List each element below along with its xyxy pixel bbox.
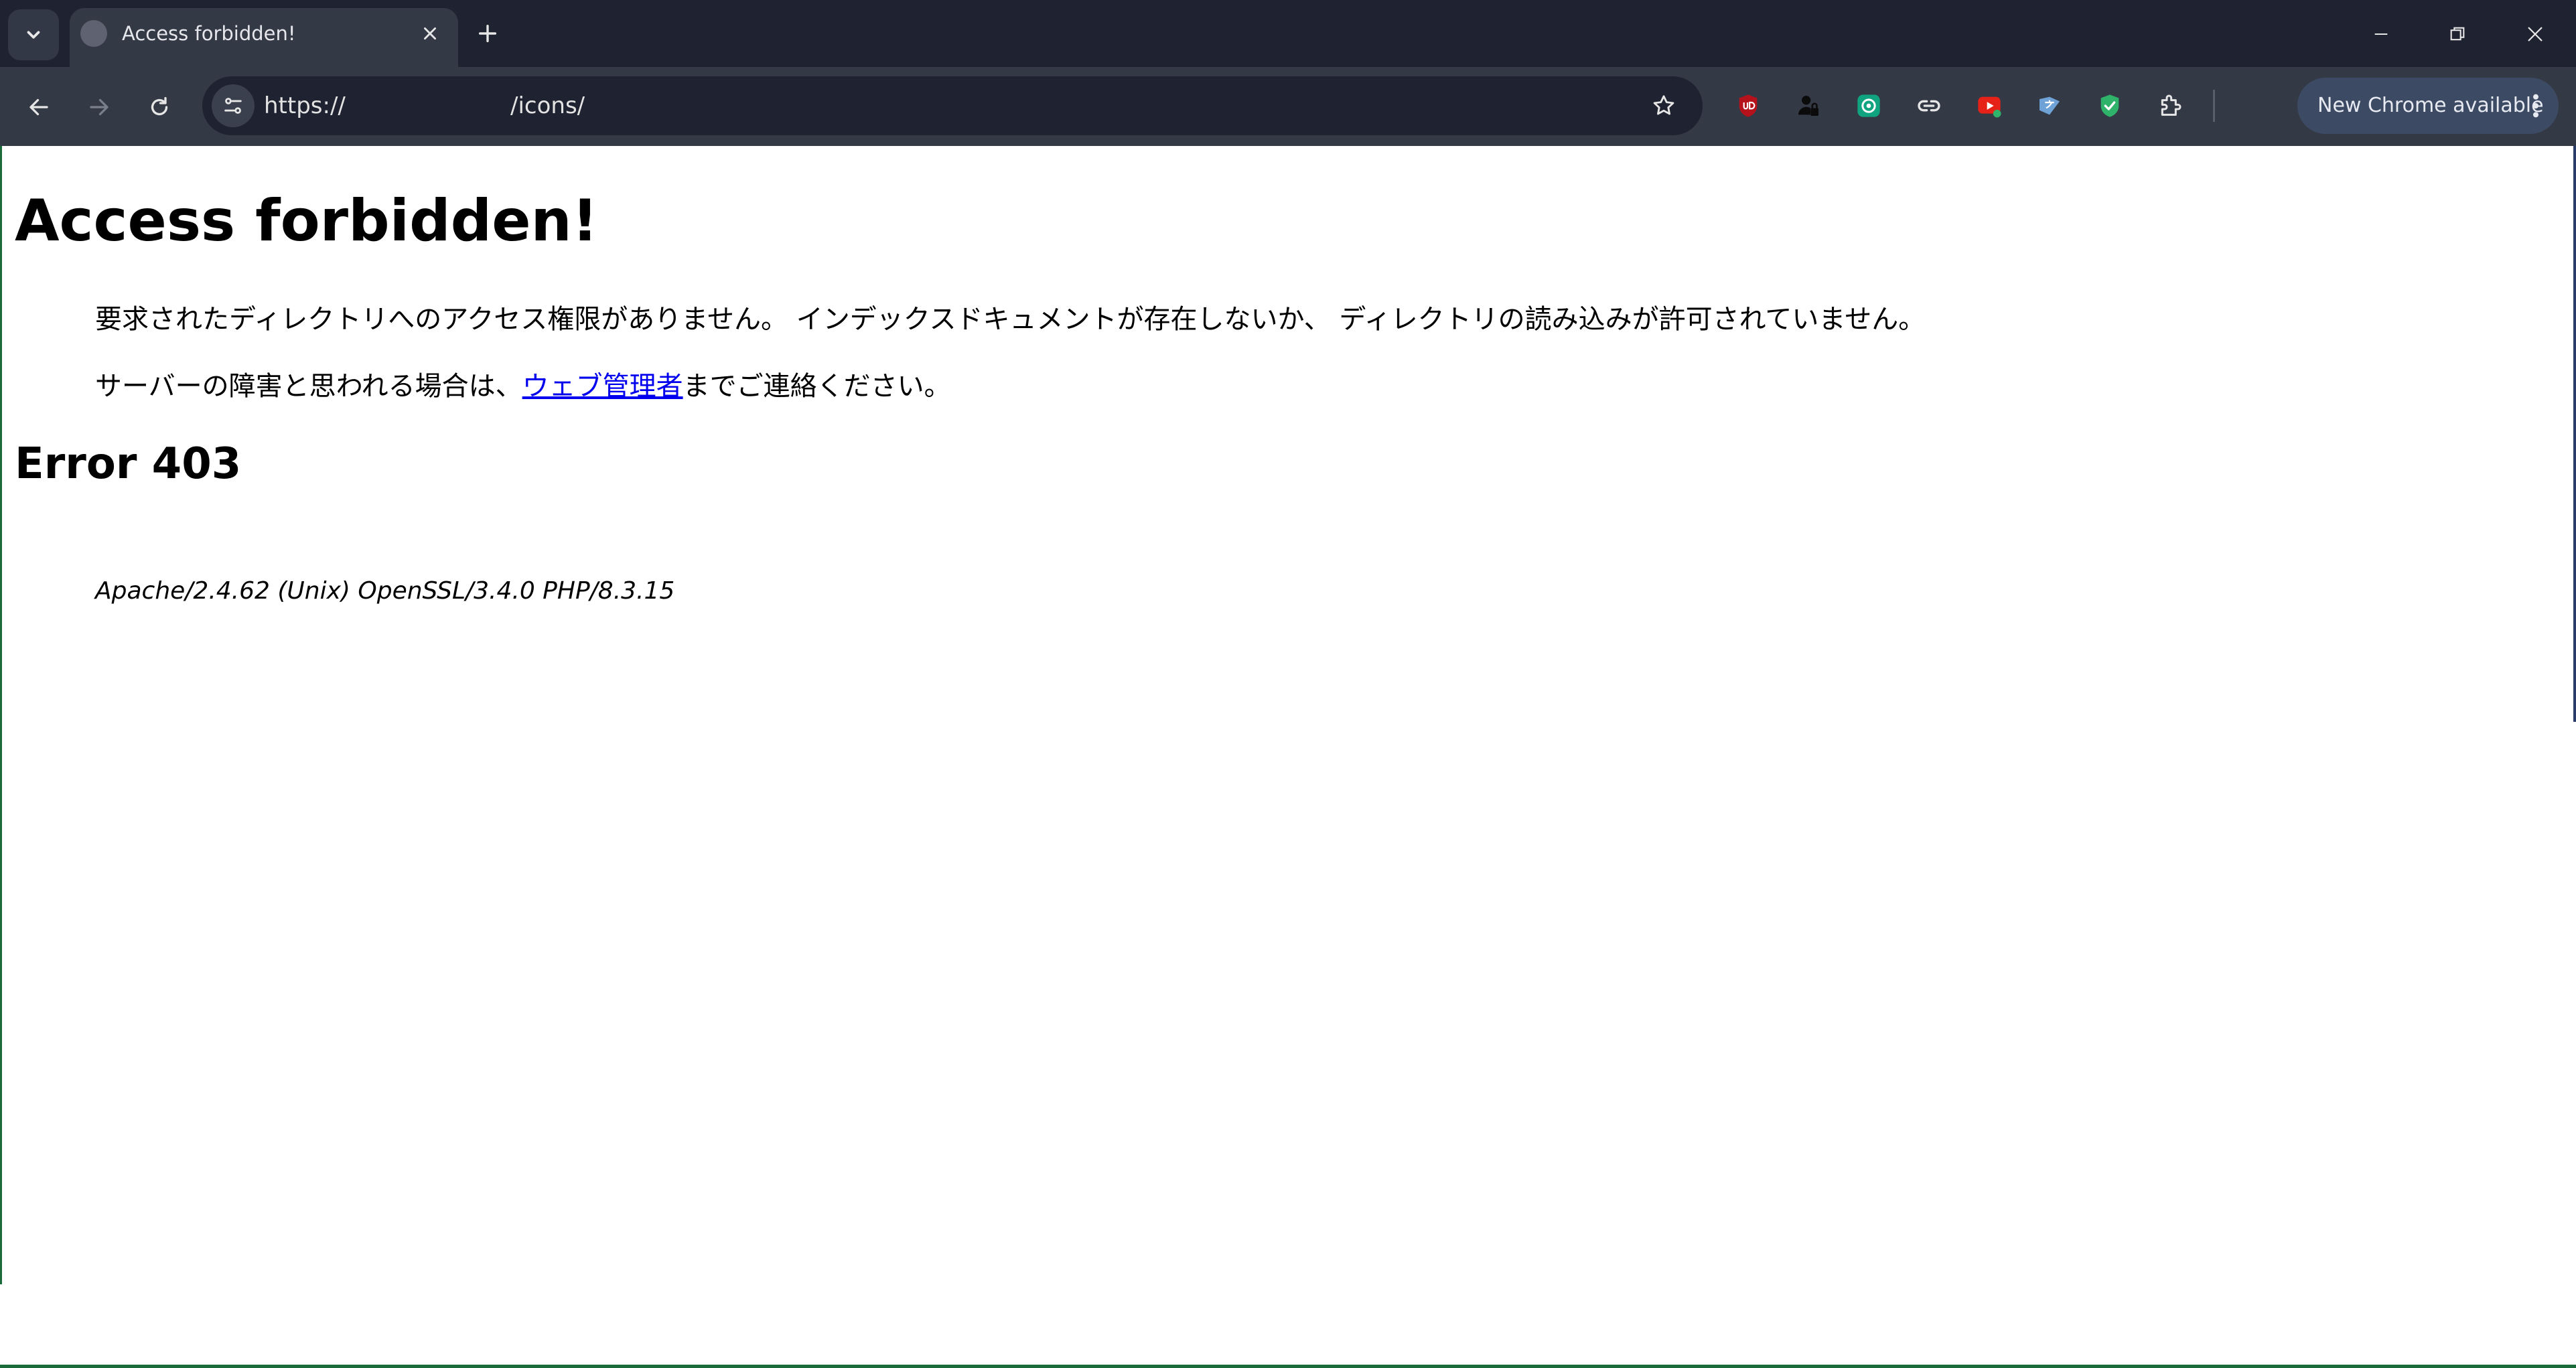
forward-arrow-icon: [90, 98, 109, 116]
minimize-button[interactable]: [2364, 17, 2398, 51]
lock-person-icon: [1798, 96, 1818, 116]
youtube-extension[interactable]: [1971, 87, 2008, 125]
reload-icon: [151, 96, 168, 116]
error-description: 要求されたディレクトリへのアクセス権限がありません。 インデックスドキュメントが…: [95, 304, 1926, 335]
minimize-icon: [2374, 33, 2388, 35]
contact-message-suffix: までご連絡ください。: [683, 371, 951, 402]
forward-button[interactable]: [79, 87, 119, 127]
star-icon: [1653, 95, 1674, 115]
error-code-heading: Error 403: [15, 439, 242, 489]
toolbar-divider: [2213, 90, 2215, 122]
close-icon: [424, 27, 436, 40]
translate-icon: [2040, 96, 2060, 115]
url-scheme: https://: [264, 92, 346, 119]
chatgpt-extension[interactable]: [1850, 87, 1887, 125]
address-bar[interactable]: [202, 76, 1703, 135]
contact-message: サーバーの障害と思われる場合は、ウェブ管理者までご連絡ください。: [95, 364, 951, 403]
webmaster-link[interactable]: ウェブ管理者: [522, 371, 683, 402]
tab-search-button[interactable]: [8, 9, 59, 60]
window-edge-right: [2573, 146, 2576, 722]
site-info-button[interactable]: [212, 84, 255, 127]
url-path: /icons/: [510, 92, 585, 119]
restore-button[interactable]: [2441, 17, 2474, 51]
youtube-icon: [1978, 96, 2001, 118]
close-icon: [2528, 27, 2543, 42]
more-vert-icon[interactable]: [2522, 88, 2549, 123]
password-manager-extension[interactable]: [1790, 87, 1827, 125]
new-tab-button[interactable]: [473, 19, 502, 48]
window-edge-bottom: [0, 1365, 2576, 1368]
shield-extension[interactable]: [2091, 87, 2129, 125]
puzzle-icon: [2161, 94, 2181, 116]
back-button[interactable]: [19, 87, 59, 127]
translate-extension[interactable]: [2031, 87, 2068, 125]
tab-close-button[interactable]: [417, 20, 443, 47]
link-extension[interactable]: [1910, 87, 1948, 125]
link-icon: [1918, 100, 1940, 112]
server-signature: Apache/2.4.62 (Unix) OpenSSL/3.4.0 PHP/8…: [95, 577, 675, 605]
page-title: Access forbidden!: [15, 187, 599, 254]
tune-icon: [224, 98, 242, 114]
chatgpt-icon: [1857, 94, 1880, 117]
ublock-origin-extension[interactable]: [1729, 87, 1767, 125]
reload-button[interactable]: [139, 87, 180, 127]
update-button-label: New Chrome available: [2317, 94, 2544, 117]
restore-icon: [2450, 27, 2465, 41]
extensions-button[interactable]: [2151, 87, 2189, 125]
chevron-down-icon: [27, 31, 40, 39]
contact-message-prefix: サーバーの障害と思われる場合は、: [95, 371, 522, 402]
bookmark-button[interactable]: [1645, 87, 1683, 125]
shield-check-icon: [2100, 94, 2119, 117]
tab-title: Access forbidden!: [122, 22, 296, 45]
kebab-menu-icon: [2533, 94, 2538, 118]
close-window-button[interactable]: [2518, 17, 2552, 51]
window-edge-left: [0, 146, 2, 1284]
plus-icon: [478, 24, 497, 43]
tab-favicon-icon: [80, 20, 107, 47]
ublock-origin-icon: [1739, 94, 1758, 117]
back-arrow-icon: [29, 98, 48, 116]
